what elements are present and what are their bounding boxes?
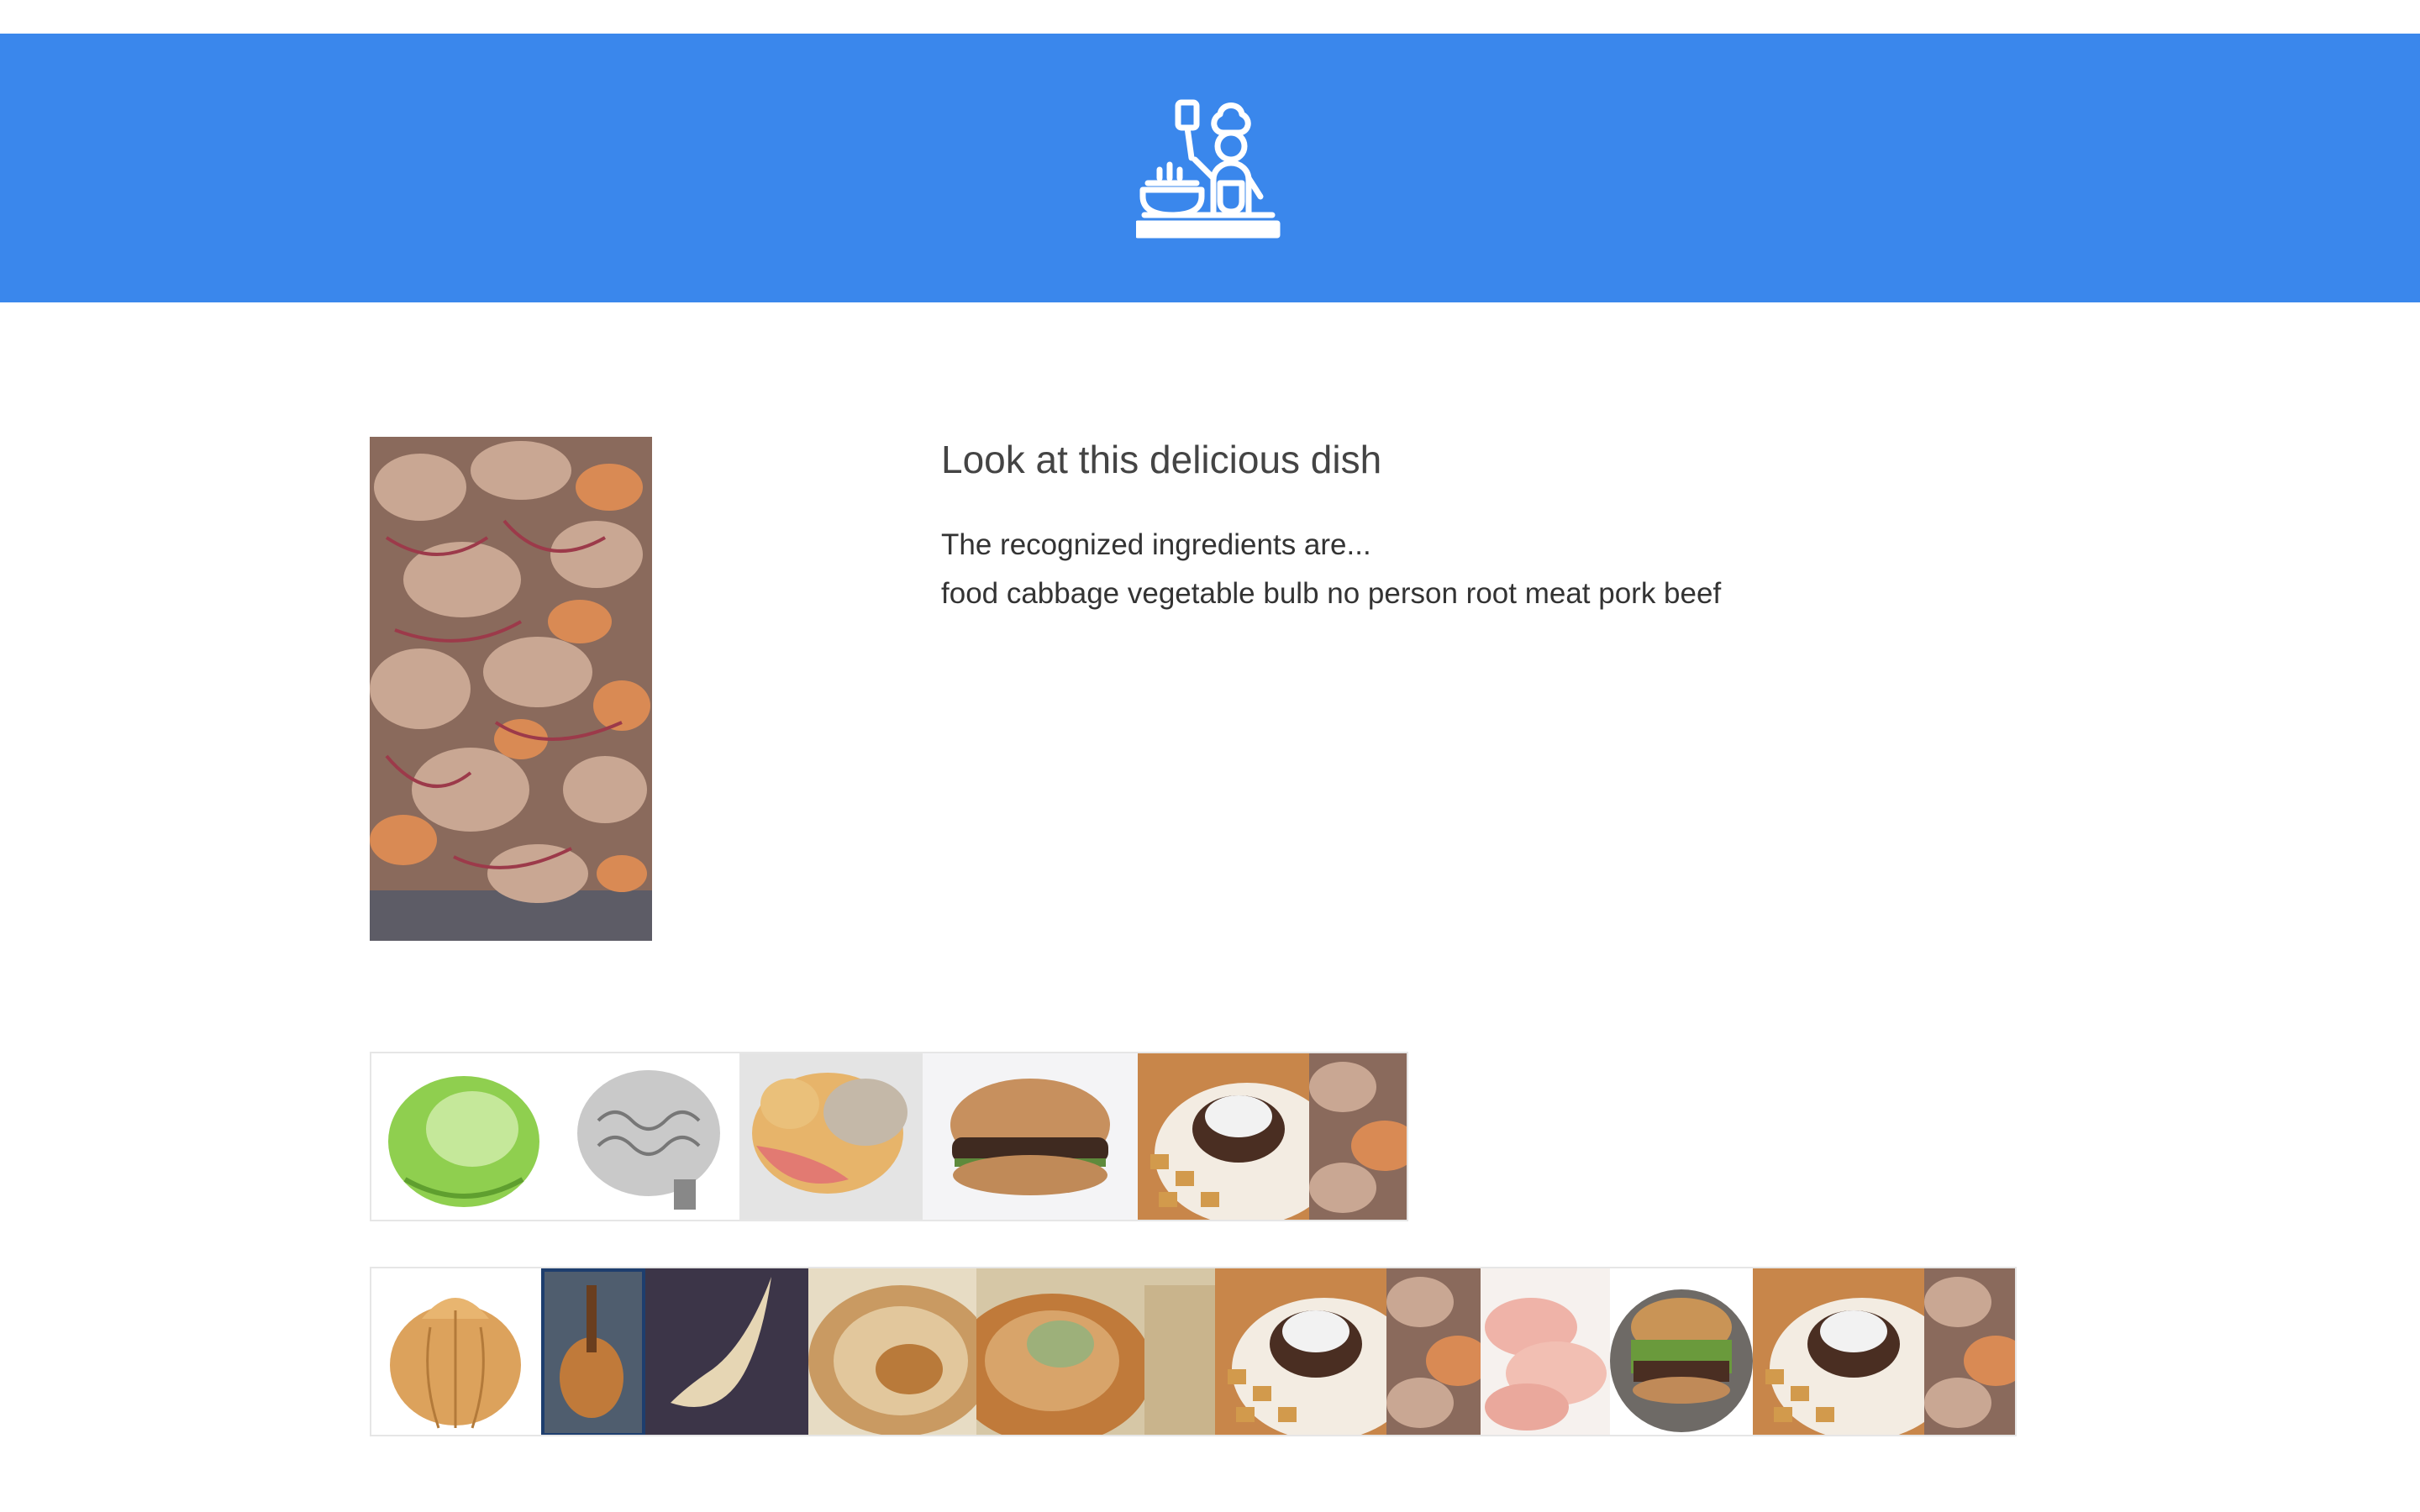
brain-model-color-image[interactable]	[739, 1053, 923, 1220]
raw-pork-image[interactable]	[1481, 1268, 1610, 1435]
ingredient-gallery-row-1	[370, 1052, 1408, 1221]
burger-plate-image[interactable]	[1753, 1268, 1924, 1435]
meat-dish-image[interactable]	[1309, 1053, 1407, 1220]
dish-photo-pork-peaches	[370, 437, 652, 941]
ingredients-block: The recognized ingredients are... food c…	[941, 521, 1721, 618]
ingredient-gallery-row-2	[370, 1267, 2017, 1436]
meat-dish-image[interactable]	[1386, 1268, 1481, 1435]
plate-pickles-image[interactable]	[976, 1268, 1215, 1435]
ingredients-list: food cabbage vegetable bulb no person ro…	[941, 577, 1722, 610]
burger-plate-image[interactable]	[1215, 1268, 1386, 1435]
ingredients-intro: The recognized ingredients are...	[941, 528, 1371, 561]
plate-food-image[interactable]	[808, 1268, 976, 1435]
burger-fries-image[interactable]	[1610, 1268, 1753, 1435]
onion-image[interactable]	[371, 1268, 541, 1435]
brain-model-gray-image[interactable]	[556, 1053, 739, 1220]
horn-image[interactable]	[645, 1268, 808, 1435]
burger-plate-image[interactable]	[1138, 1053, 1309, 1220]
dish-photo	[370, 437, 652, 941]
header-bar	[0, 34, 2420, 302]
meat-dish-image[interactable]	[1924, 1268, 2015, 1435]
lettuce-image[interactable]	[371, 1053, 556, 1220]
chef-cooking-icon	[1136, 99, 1281, 239]
mandolin-image[interactable]	[541, 1268, 645, 1435]
dish-title: Look at this delicious dish	[941, 438, 1382, 481]
burger-image[interactable]	[923, 1053, 1138, 1220]
